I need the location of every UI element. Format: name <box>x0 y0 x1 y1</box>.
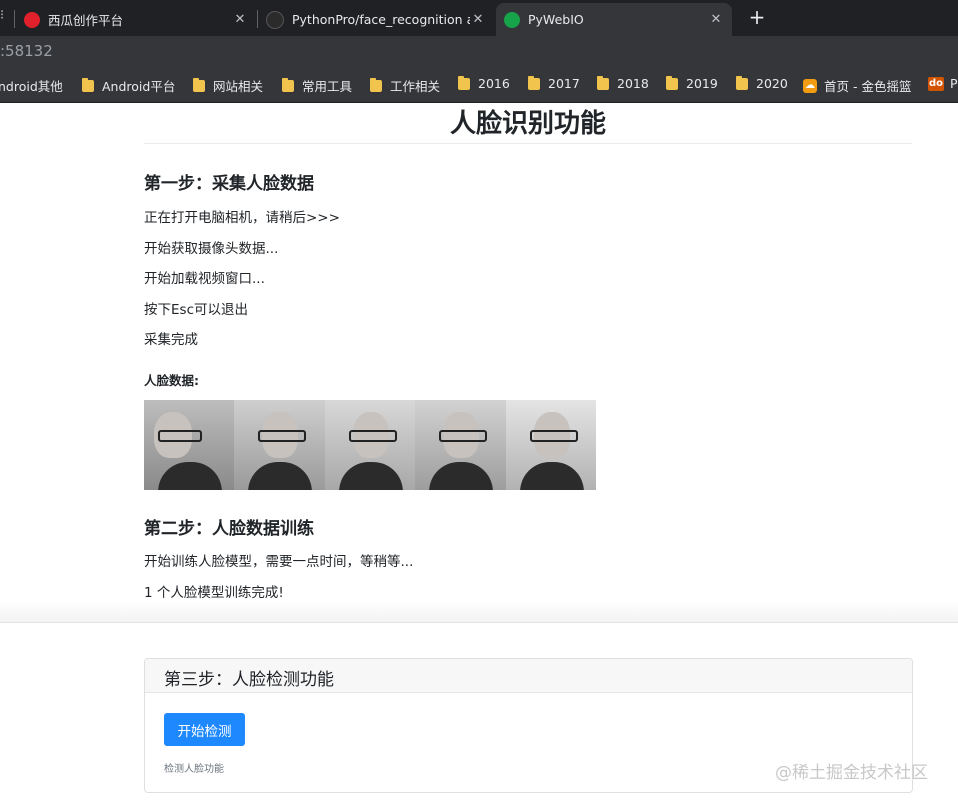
body-shape <box>519 462 584 490</box>
tab-xigua[interactable]: 西瓜创作平台 ✕ <box>16 3 256 36</box>
bookmark-item[interactable]: 工作相关 <box>370 76 440 95</box>
bookmark-item[interactable]: 2018 <box>597 75 649 91</box>
step1-line: 开始加载视频窗口... <box>144 271 265 287</box>
face-data-label: 人脸数据: <box>144 373 199 388</box>
title-divider <box>144 143 912 144</box>
bookmark-item[interactable]: do P <box>928 76 958 91</box>
browser-tab-bar: ⁝ 西瓜创作平台 ✕ PythonPro/face_recognition at… <box>0 0 958 36</box>
face-image-strip <box>144 400 596 490</box>
face-image <box>324 400 416 490</box>
folder-icon <box>282 77 294 92</box>
step1-line: 按下Esc可以退出 <box>144 302 248 318</box>
xigua-favicon-icon <box>24 11 40 28</box>
bookmark-label: 首页 - 金色摇篮 <box>824 79 912 94</box>
address-bar: :58132 <box>0 36 958 68</box>
bookmark-item[interactable]: 常用工具 <box>282 76 352 95</box>
glasses-shape <box>258 430 307 442</box>
close-icon[interactable]: ✕ <box>708 12 724 27</box>
address-input[interactable]: :58132 <box>0 42 53 60</box>
step1-line: 采集完成 <box>144 332 198 348</box>
folder-icon <box>370 77 382 92</box>
tab-separator <box>14 10 15 28</box>
pywebio-favicon-icon <box>504 11 520 28</box>
bookmark-item[interactable]: 2019 <box>666 75 718 91</box>
bookmark-label: 网站相关 <box>213 79 264 94</box>
step2-heading: 第二步：人脸数据训练 <box>144 519 314 539</box>
do-icon: do <box>928 76 944 91</box>
bookmark-item[interactable]: 2016 <box>458 75 510 91</box>
page-title: 人脸识别功能 <box>449 109 606 139</box>
tab-title: PythonPro/face_recognition at <box>292 12 470 27</box>
close-icon[interactable]: ✕ <box>232 12 248 27</box>
body-shape <box>248 462 313 490</box>
start-detection-button[interactable]: 开始检测 <box>164 713 245 746</box>
folder-icon <box>193 77 205 92</box>
glasses-shape <box>439 430 488 442</box>
folder-icon <box>458 75 470 90</box>
bookmark-label: 常用工具 <box>302 79 353 94</box>
scroll-fade-divider <box>0 600 958 623</box>
folder-icon <box>528 75 540 90</box>
bookmark-label: 工作相关 <box>390 79 441 94</box>
new-tab-icon[interactable]: + <box>746 6 768 28</box>
bookmark-item[interactable]: 2020 <box>736 75 788 91</box>
step1-line: 正在打开电脑相机，请稍后>>> <box>144 210 340 226</box>
close-icon[interactable]: ✕ <box>470 12 486 27</box>
face-image <box>415 400 506 490</box>
step1-heading: 第一步：采集人脸数据 <box>144 174 314 194</box>
glasses-shape <box>348 430 397 442</box>
folder-icon <box>666 75 678 90</box>
glasses-shape <box>158 430 202 442</box>
face-image <box>505 400 596 490</box>
bookmark-label: P <box>950 76 958 91</box>
bookmark-label: 2018 <box>617 76 649 91</box>
tab-github[interactable]: PythonPro/face_recognition at ✕ <box>258 3 494 36</box>
bookmarks-bar: ndroid其他 Android平台 网站相关 常用工具 工作相关 2016 2… <box>0 68 958 103</box>
bookmark-label: 2016 <box>478 76 510 91</box>
tab-title: PyWebIO <box>528 12 584 27</box>
bookmark-label: 2017 <box>548 76 580 91</box>
bookmark-label: 2019 <box>686 76 718 91</box>
bookmark-label: Android平台 <box>102 79 176 94</box>
watermark: @稀土掘金技术社区 <box>775 763 928 783</box>
step2-line: 开始训练人脸模型，需要一点时间，等稍等... <box>144 554 414 570</box>
bookmark-label: 2020 <box>756 76 788 91</box>
glasses-shape <box>529 430 578 442</box>
tab-title: 西瓜创作平台 <box>48 13 124 28</box>
folder-icon <box>736 75 748 90</box>
face-image <box>234 400 325 490</box>
body-shape <box>338 462 403 490</box>
body-shape <box>429 462 494 490</box>
folder-icon <box>597 75 609 90</box>
step2-line: 1 个人脸模型训练完成! <box>144 585 284 601</box>
site-icon: ☁ <box>803 78 817 93</box>
help-text: 检测人脸功能 <box>164 764 224 775</box>
tab-pywebio[interactable]: PyWebIO ✕ <box>496 3 732 36</box>
bookmark-item[interactable]: ☁ 首页 - 金色摇篮 <box>803 76 911 95</box>
step1-line: 开始获取摄像头数据... <box>144 241 279 257</box>
tab-scroll-left-icon[interactable]: ⁝ <box>0 8 4 23</box>
folder-icon <box>82 77 94 92</box>
bookmark-label: ndroid其他 <box>0 79 63 94</box>
bookmark-item[interactable]: 网站相关 <box>193 76 263 95</box>
face-image <box>144 400 235 490</box>
step3-heading: 第三步：人脸检测功能 <box>164 670 334 690</box>
bookmark-item[interactable]: 2017 <box>528 75 580 91</box>
github-favicon-icon <box>266 10 284 29</box>
bookmark-item[interactable]: Android平台 <box>82 76 175 95</box>
body-shape <box>158 462 222 490</box>
bookmark-item[interactable]: ndroid其他 <box>0 76 63 95</box>
